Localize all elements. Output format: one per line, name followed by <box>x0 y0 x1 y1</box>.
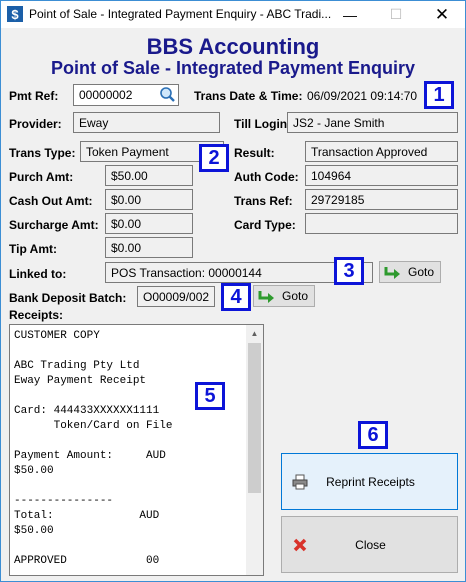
linked-to-field: POS Transaction: 00000144 <box>105 262 373 283</box>
receipt-line: Total: AUD <box>14 510 160 522</box>
annotation-badge-1: 1 <box>424 81 454 109</box>
linked-to-label: Linked to: <box>9 267 67 281</box>
maximize-button[interactable]: ☐ <box>373 1 419 28</box>
till-login-label: Till Login: <box>234 117 292 131</box>
app-heading: BBS Accounting <box>146 34 320 59</box>
receipt-line <box>14 344 172 359</box>
close-window-button[interactable]: ✕ <box>419 1 465 28</box>
page-title: Point of Sale - Integrated Payment Enqui… <box>50 58 416 78</box>
receipt-text: CUSTOMER COPY ABC Trading Pty Ltd Eway Pa… <box>14 329 172 569</box>
result-field: Transaction Approved <box>305 141 458 162</box>
annotation-badge-2: 2 <box>199 144 229 172</box>
surcharge-label: Surcharge Amt: <box>9 218 99 232</box>
annotation-badge-4: 4 <box>221 283 251 311</box>
auth-code-field: 104964 <box>305 165 458 186</box>
purch-amt-label: Purch Amt: <box>9 170 74 184</box>
receipt-line: $50.00 <box>14 465 54 477</box>
app-icon: $ <box>7 6 23 22</box>
receipts-textbox[interactable]: CUSTOMER COPY ABC Trading Pty Ltd Eway Pa… <box>9 324 264 576</box>
receipt-line <box>14 389 172 404</box>
receipts-label: Receipts: <box>9 308 64 322</box>
title-bar[interactable]: $ Point of Sale - Integrated Payment Enq… <box>1 1 465 28</box>
minimize-button[interactable]: — <box>327 1 373 28</box>
bank-deposit-label: Bank Deposit Batch: <box>9 291 127 305</box>
bank-deposit-field: O00009/002 <box>137 286 215 307</box>
card-type-field <box>305 213 458 234</box>
cash-out-field: $0.00 <box>105 189 193 210</box>
receipt-line: APPROVED 00 <box>14 555 160 567</box>
receipt-line: $50.00 <box>14 525 54 537</box>
close-button[interactable]: Close <box>281 516 458 573</box>
annotation-badge-5: 5 <box>195 382 225 410</box>
receipt-line: Payment Amount: AUD <box>14 450 166 462</box>
receipt-line <box>14 434 172 449</box>
trans-type-label: Trans Type: <box>9 146 76 160</box>
provider-field: Eway <box>73 112 220 133</box>
goto-arrow-icon <box>384 267 400 279</box>
goto-label: Goto <box>408 265 435 279</box>
trans-ref-label: Trans Ref: <box>234 194 293 208</box>
provider-label: Provider: <box>9 117 62 131</box>
receipt-line: Token/Card on File <box>14 420 173 432</box>
receipt-line: --------------- <box>14 495 114 507</box>
pmt-ref-value: 00000002 <box>79 88 133 102</box>
reprint-receipts-button[interactable]: Reprint Receipts <box>281 453 458 510</box>
trans-ref-field: 29729185 <box>305 189 458 210</box>
window-title: Point of Sale - Integrated Payment Enqui… <box>29 7 332 21</box>
close-label: Close <box>355 537 386 552</box>
scroll-thumb[interactable] <box>248 343 261 493</box>
receipts-scrollbar[interactable]: ▲ <box>246 325 263 575</box>
receipt-line: Card: 444433XXXXXX1111 <box>14 405 160 417</box>
trans-date-label: Trans Date & Time: <box>194 89 303 103</box>
pmt-ref-label: Pmt Ref: <box>9 89 59 103</box>
pmt-ref-input[interactable]: 00000002 <box>73 84 179 106</box>
bank-deposit-goto-button[interactable]: Goto <box>253 285 315 307</box>
scroll-up-arrow-icon[interactable]: ▲ <box>246 325 263 342</box>
receipt-line: Eway Payment Receipt <box>14 375 147 387</box>
cash-out-label: Cash Out Amt: <box>9 194 93 208</box>
receipt-line: ABC Trading Pty Ltd <box>14 360 140 372</box>
surcharge-field: $0.00 <box>105 213 193 234</box>
linked-goto-button[interactable]: Goto <box>379 261 441 283</box>
svg-text:$: $ <box>11 7 19 22</box>
goto-label: Goto <box>282 289 309 303</box>
search-icon[interactable] <box>159 86 176 103</box>
goto-arrow-icon <box>258 291 274 303</box>
receipt-line: CUSTOMER COPY <box>14 330 100 342</box>
purch-amt-field: $50.00 <box>105 165 193 186</box>
card-type-label: Card Type: <box>234 218 296 232</box>
till-login-field: JS2 - Jane Smith <box>287 112 458 133</box>
receipt-line <box>14 479 172 494</box>
result-label: Result: <box>234 146 275 160</box>
receipt-line <box>14 539 172 554</box>
trans-date-value: 06/09/2021 09:14:70 <box>307 89 418 103</box>
annotation-badge-6: 6 <box>358 421 388 449</box>
payment-enquiry-window: $ Point of Sale - Integrated Payment Enq… <box>0 0 466 582</box>
annotation-badge-3: 3 <box>334 257 364 285</box>
tip-amt-label: Tip Amt: <box>9 242 57 256</box>
reprint-receipts-label: Reprint Receipts <box>326 474 415 489</box>
tip-amt-field: $0.00 <box>105 237 193 258</box>
auth-code-label: Auth Code: <box>234 170 299 184</box>
